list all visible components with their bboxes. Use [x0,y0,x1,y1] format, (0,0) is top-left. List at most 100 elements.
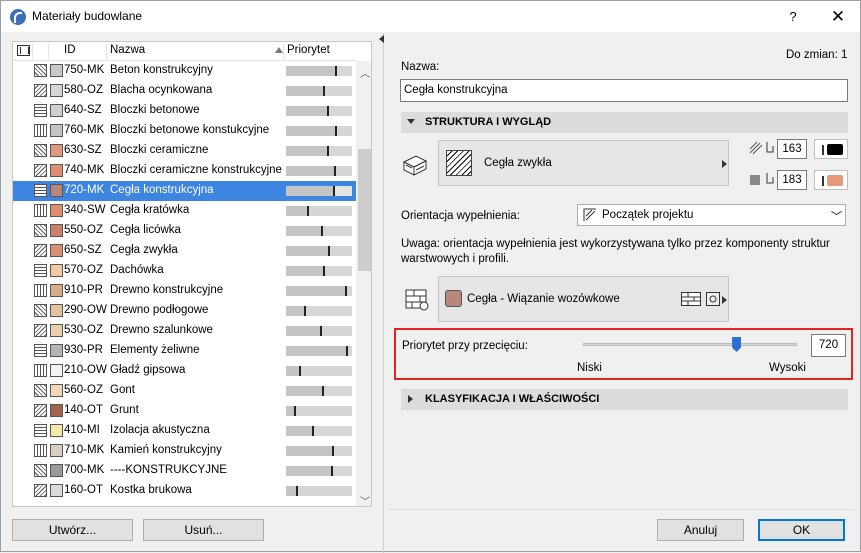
list-item[interactable]: 580-OZ Blacha ocynkowana [13,81,356,101]
column-header-name[interactable]: Nazwa [110,44,145,56]
surface-swatch [445,290,462,307]
list-item[interactable]: 760-MK Bloczki betonowe konstukcyjne [13,121,356,141]
list-item[interactable]: 210-OW Gładź gipsowa [13,361,356,381]
scroll-up-icon[interactable]: ︿ [360,65,370,80]
list-item[interactable]: 740-MK Bloczki ceramiczne konstrukcyjne [13,161,356,181]
priority-bar [286,66,352,76]
fill-pattern-icon [34,104,47,117]
scrollbar-thumb[interactable] [358,149,371,271]
row-name: Elementy żeliwne [110,344,200,356]
priority-bar-fill [286,66,337,76]
surface-icon [402,284,430,312]
list-scrollbar[interactable]: ︿ ﹀ [356,61,371,506]
pen-foreground-swatch [827,144,843,155]
fill-pattern-icon [34,244,47,257]
section-classification-header[interactable]: KLASYFIKACJA I WŁAŚCIWOŚCI [401,389,848,410]
list-item[interactable]: 410-MI Izolacja akustyczna [13,421,356,441]
fill-pattern-icon [34,344,47,357]
column-header-id[interactable]: ID [64,44,76,56]
fill-pattern-swatch [446,150,472,176]
row-name: Drewno szalunkowe [110,324,213,336]
priority-bar [286,166,352,176]
create-button[interactable]: Utwórz... [12,519,133,541]
pen-background-color[interactable] [814,170,848,190]
list-item[interactable]: 160-OT Kostka brukowa [13,481,356,501]
fill-pattern-icon [34,484,47,497]
surface-color-swatch [50,164,63,177]
fill-pattern-icon [34,124,47,137]
list-item[interactable]: 570-OZ Dachówka [13,261,356,281]
cancel-button[interactable]: Anuluj [657,519,744,541]
priority-bar [286,406,352,416]
priority-slider-track[interactable] [583,343,797,346]
priority-bar [286,286,352,296]
fill-pattern-icon [34,324,47,337]
surface-name: Cegła - Wiązanie wozówkowe [467,293,620,305]
list-item[interactable]: 930-PR Elementy żeliwne [13,341,356,361]
priority-bar [286,146,352,156]
row-id: 930-PR [64,344,103,356]
section-structure-header[interactable]: STRUKTURA I WYGLĄD [401,112,848,133]
priority-bar-marker [298,366,301,376]
list-item[interactable]: 630-SZ Bloczki ceramiczne [13,141,356,161]
list-item[interactable]: 700-MK ----KONSTRUKCYJNE [13,461,356,481]
list-item[interactable]: 650-SZ Cegła zwykła [13,241,356,261]
row-id: 640-SZ [64,104,102,116]
list-item[interactable]: 720-MK Cegła konstrukcyjna [13,181,356,201]
priority-bar-marker [304,306,307,316]
row-name: Grunt [110,404,139,416]
pen-foreground-color[interactable] [814,139,848,159]
delete-button[interactable]: Usuń... [143,519,264,541]
list-item[interactable]: 910-PR Drewno konstrukcyjne [13,281,356,301]
section-structure-title: STRUKTURA I WYGLĄD [425,116,552,128]
help-button[interactable]: ? [783,7,803,27]
priority-bar-marker [331,446,334,456]
fill-column-icon[interactable] [17,45,30,56]
pen-background-input[interactable]: 183 [777,170,807,190]
priority-high-label: Wysoki [769,362,806,374]
priority-input[interactable]: 720 [811,334,846,357]
priority-bar-fill [286,426,314,436]
priority-bar-marker [312,426,315,436]
window-title: Materiały budowlane [32,9,143,23]
chevron-right-icon [722,160,727,168]
priority-bar-fill [286,466,333,476]
priority-bar-fill [286,266,324,276]
list-item[interactable]: 340-SW Cegła kratówka [13,201,356,221]
list-item[interactable]: 550-OZ Cegła licówka [13,221,356,241]
collapse-panel-icon[interactable] [379,35,384,43]
brick-pattern-icon [681,292,701,306]
list-item[interactable]: 290-OW Drewno podłogowe [13,301,356,321]
surface-color-swatch [50,444,63,457]
fill-pattern-icon [34,424,47,437]
fill-pattern-icon [34,304,47,317]
surface-color-swatch [50,264,63,277]
priority-bar [286,266,352,276]
row-id: 530-OZ [64,324,103,336]
priority-bar-marker [331,466,334,476]
changes-count: Do zmian: 1 [786,49,848,61]
priority-bar-fill [286,346,348,356]
list-item[interactable]: 710-MK Kamień konstrukcyjny [13,441,356,461]
orientation-icon [583,208,597,222]
surface-picker[interactable]: Cegła - Wiązanie wozówkowe [438,276,729,322]
column-header-priority[interactable]: Priorytet [287,44,330,56]
list-item[interactable]: 640-SZ Bloczki betonowe [13,101,356,121]
list-item[interactable]: 560-OZ Gont [13,381,356,401]
pen-foreground-input[interactable]: 163 [777,139,807,159]
priority-bar-fill [286,286,347,296]
priority-bar [286,466,352,476]
ok-button[interactable]: OK [758,519,845,541]
priority-bar [286,326,352,336]
row-id: 740-MK [64,164,105,176]
name-input[interactable]: Cegła konstrukcyjna [400,79,848,102]
column-separator [32,44,33,59]
list-item[interactable]: 530-OZ Drewno szalunkowe [13,321,356,341]
close-button[interactable]: ✕ [827,6,849,28]
scroll-down-icon[interactable]: ﹀ [360,493,370,506]
orientation-dropdown[interactable]: Początek projektu ﹀ [577,204,846,226]
priority-bar-fill [286,306,306,316]
fill-picker[interactable]: Cegła zwykła [438,140,729,186]
list-item[interactable]: 140-OT Grunt [13,401,356,421]
list-item[interactable]: 750-MK Beton konstrukcyjny [13,61,356,81]
